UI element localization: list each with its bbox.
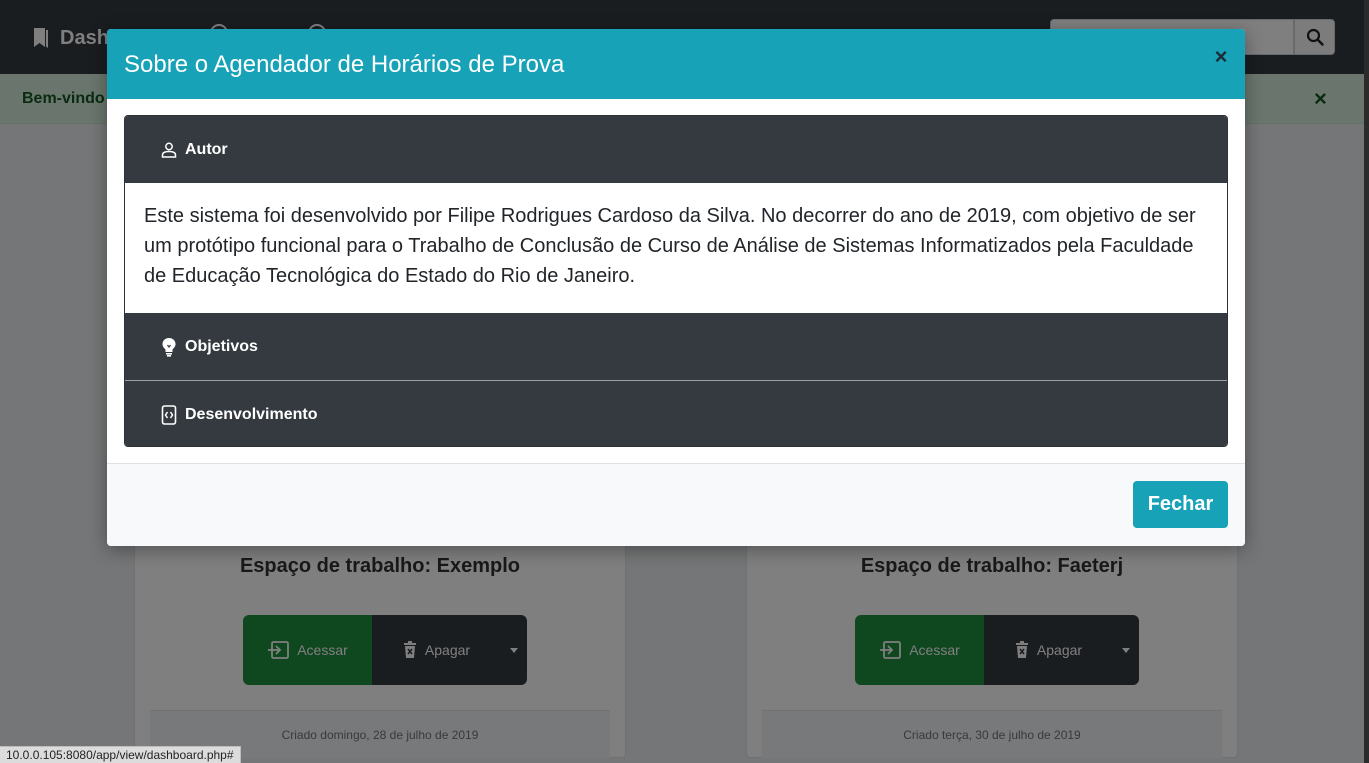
modal-footer: Fechar (107, 463, 1245, 546)
accordion-header-autor[interactable]: Autor (125, 116, 1227, 183)
about-accordion: Autor Este sistema foi desenvolvido por … (124, 115, 1228, 447)
person-icon (161, 142, 177, 158)
accordion-label: Autor (185, 140, 228, 158)
lightbulb-icon (162, 337, 176, 357)
code-device-icon (161, 404, 177, 425)
modal-header: Sobre o Agendador de Horários de Prova × (107, 29, 1245, 99)
accordion-label: Desenvolvimento (185, 405, 318, 423)
modal-close-button[interactable]: × (1210, 46, 1232, 68)
close-modal-button[interactable]: Fechar (1133, 481, 1228, 528)
accordion-header-objetivos[interactable]: Objetivos (125, 313, 1227, 380)
accordion-header-desenvolvimento[interactable]: Desenvolvimento (125, 381, 1227, 446)
browser-status-url: 10.0.0.105:8080/app/view/dashboard.php# (0, 746, 241, 763)
modal-title: Sobre o Agendador de Horários de Prova (124, 51, 565, 78)
accordion-label: Objetivos (185, 337, 258, 355)
page-scrollbar[interactable] (1364, 0, 1369, 763)
accordion-body-autor: Este sistema foi desenvolvido por Filipe… (125, 183, 1227, 313)
about-modal: Sobre o Agendador de Horários de Prova ×… (107, 29, 1245, 546)
